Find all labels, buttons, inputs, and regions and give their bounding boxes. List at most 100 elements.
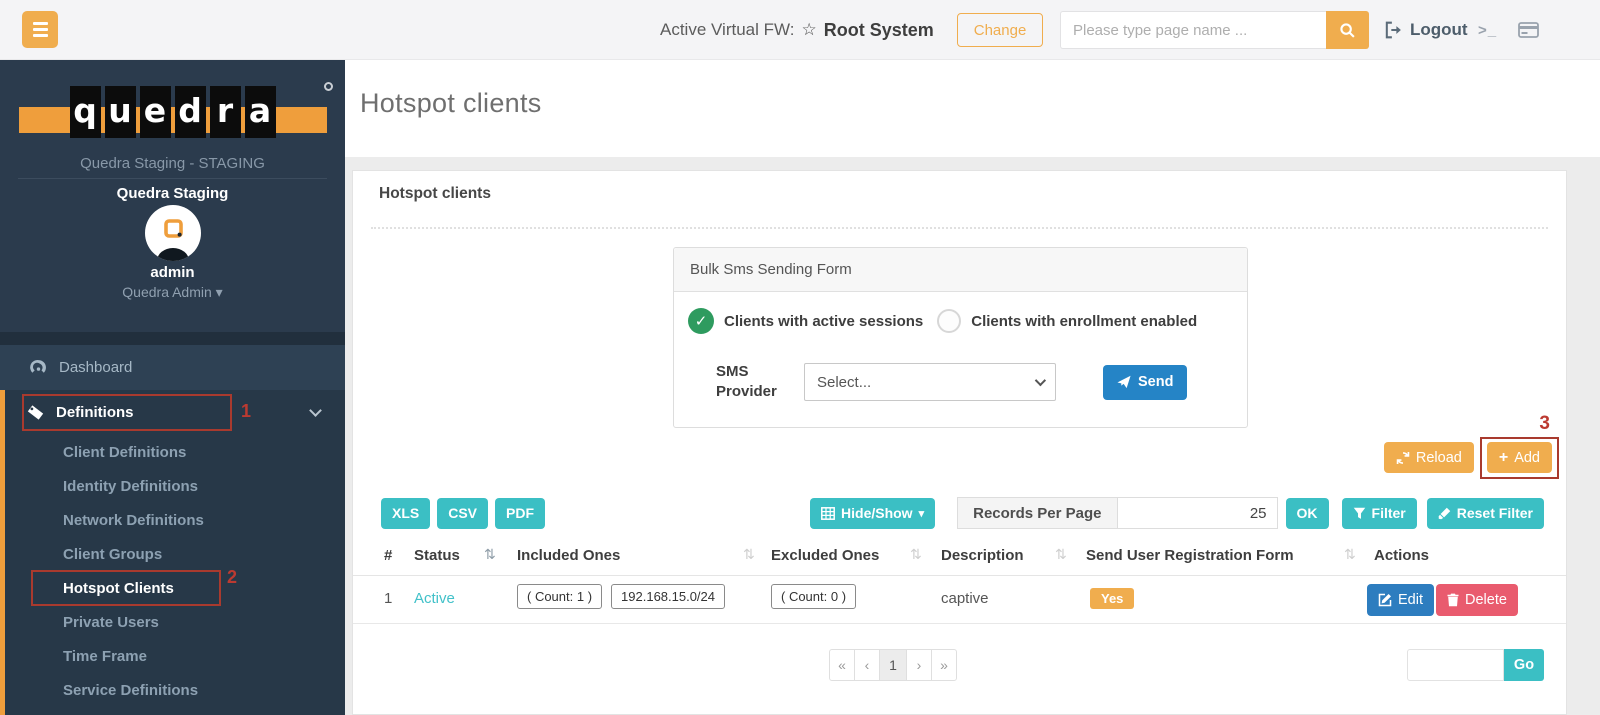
th-description[interactable]: Description [941, 547, 1024, 564]
sidebar-toggle-button[interactable] [22, 11, 58, 48]
role-dropdown[interactable]: Quedra Admin ▾ [0, 284, 345, 301]
topbar: Active Virtual FW: ☆ Root System Change … [0, 0, 1600, 60]
th-status[interactable]: Status [414, 547, 460, 564]
send-label: Send [1138, 374, 1174, 391]
brand-logo: q u e d r a [18, 82, 333, 142]
sms-provider-label: SMS Provider [716, 363, 777, 401]
sort-icon[interactable]: ⇅ [910, 547, 922, 563]
funnel-icon [1353, 507, 1366, 520]
annotation-number-3: 3 [1539, 413, 1550, 434]
chevron-down-icon [309, 404, 322, 417]
hotspot-clients-panel: Hotspot clients Bulk Sms Sending Form ✓ … [352, 170, 1567, 715]
sidebar-item-label: Dashboard [59, 359, 133, 376]
status-link[interactable]: Active [414, 590, 455, 607]
search-button[interactable] [1326, 11, 1369, 49]
tag-icon [27, 404, 44, 421]
ok-button[interactable]: OK [1285, 497, 1329, 529]
search-input[interactable] [1060, 11, 1326, 49]
plus-icon: + [1498, 448, 1509, 466]
org-name: Quedra Staging [116, 185, 229, 202]
radio-enrollment-enabled[interactable] [937, 309, 962, 333]
records-per-page-input[interactable] [1117, 497, 1278, 529]
sidebar-item-dashboard[interactable]: Dashboard [0, 345, 345, 390]
hide-show-dropdown[interactable]: Hide/Show ▾ [810, 497, 936, 529]
goto-page-input[interactable] [1407, 649, 1504, 681]
annotation-number-2: 2 [227, 567, 238, 587]
avatar [144, 205, 201, 261]
sort-icon[interactable]: ⇅ [484, 547, 496, 563]
export-csv-button[interactable]: CSV [437, 497, 489, 529]
sidebar-item-definitions[interactable]: Definitions 1 [5, 390, 345, 435]
filter-button[interactable]: Filter [1341, 497, 1417, 529]
list-action-row: Reload + Add 3 [353, 413, 1559, 479]
annotation-number-1: 1 [241, 401, 252, 421]
caret-down-icon: ▾ [215, 284, 223, 300]
radio-active-sessions[interactable]: ✓ [688, 308, 714, 334]
sms-provider-select[interactable]: Select... [804, 363, 1056, 402]
sidebar-item-time-frame[interactable]: Time Frame [5, 639, 345, 673]
go-button[interactable]: Go [1504, 649, 1544, 681]
sidebar-item-client-groups[interactable]: Client Groups [5, 537, 345, 571]
pagination-page-1[interactable]: 1 [879, 649, 907, 681]
sidebar-item-client-definitions[interactable]: Client Definitions [5, 435, 345, 469]
sms-provider-value: Select... [817, 373, 872, 391]
search-icon [1339, 22, 1356, 39]
sidebar-item-private-users[interactable]: Private Users [5, 605, 345, 639]
add-button[interactable]: + Add [1486, 442, 1552, 473]
reset-filter-label: Reset Filter [1456, 505, 1533, 521]
sort-icon[interactable]: ⇅ [1055, 547, 1067, 563]
filter-label: Filter [1371, 505, 1406, 521]
send-button[interactable]: Send [1103, 364, 1188, 400]
edit-button[interactable]: Edit [1367, 584, 1434, 616]
th-actions: Actions [1374, 547, 1430, 564]
pagination-next[interactable]: › [906, 649, 932, 681]
add-label: Add [1514, 449, 1540, 466]
reset-filter-button[interactable]: Reset Filter [1426, 497, 1544, 529]
export-buttons: XLS CSV PDF [381, 497, 546, 529]
send-form-badge: Yes [1090, 588, 1135, 609]
th-included-ones[interactable]: Included Ones [517, 547, 620, 564]
sort-icon[interactable]: ⇅ [743, 547, 755, 563]
logo-letter: e [139, 86, 171, 138]
brush-icon [1438, 507, 1451, 520]
panel-title: Hotspot clients [379, 185, 491, 202]
terminal-icon[interactable]: >_ [1478, 0, 1497, 60]
pagination-last[interactable]: » [931, 649, 957, 681]
change-fw-button[interactable]: Change [956, 13, 1044, 47]
page-search [1060, 11, 1369, 49]
sort-icon[interactable]: ⇅ [1344, 547, 1356, 563]
sidebar-item-service-definitions[interactable]: Service Definitions [5, 673, 345, 707]
included-count-chip: ( Count: 1 ) [517, 584, 603, 609]
pagination-prev[interactable]: ‹ [854, 649, 880, 681]
sidebar-item-label: Definitions [56, 404, 134, 421]
reload-label: Reload [1415, 449, 1462, 466]
logo-letter: r [209, 86, 241, 138]
hide-show-label: Hide/Show [841, 505, 913, 521]
included-network-chip: 192.168.15.0/24 [611, 584, 726, 609]
active-fw-label: Active Virtual FW: [660, 20, 795, 39]
payment-card-icon[interactable] [1518, 0, 1539, 60]
sidebar-item-hotspot-clients[interactable]: Hotspot Clients 2 [5, 567, 345, 606]
chevron-down-icon [1034, 375, 1047, 387]
th-excluded-ones[interactable]: Excluded Ones [771, 547, 879, 564]
logo-letter: u [104, 86, 136, 138]
registered-mark-icon [323, 82, 333, 91]
sidebar-item-identity-definitions[interactable]: Identity Definitions [5, 469, 345, 503]
reload-button[interactable]: Reload [1383, 442, 1474, 473]
goto-page-group: Go [1407, 649, 1544, 681]
records-per-page-group: Records Per Page [957, 497, 1278, 529]
active-fw-name: Root System [823, 19, 934, 40]
export-xls-button[interactable]: XLS [381, 497, 431, 529]
excluded-count-chip: ( Count: 0 ) [771, 584, 857, 609]
sidebar-item-network-definitions[interactable]: Network Definitions [5, 503, 345, 537]
logout-button[interactable]: Logout [1384, 0, 1468, 60]
th-send-user-registration-form[interactable]: Send User Registration Form [1086, 547, 1294, 564]
th-index[interactable]: # [384, 547, 392, 564]
hamburger-icon [32, 22, 48, 25]
page-header: Hotspot clients [345, 60, 1600, 157]
pagination-first[interactable]: « [829, 649, 855, 681]
bulk-sms-form-body: ✓ Clients with active sessions Clients w… [674, 292, 1247, 427]
delete-button[interactable]: Delete [1436, 584, 1518, 616]
export-pdf-button[interactable]: PDF [495, 497, 546, 529]
logout-label: Logout [1410, 20, 1468, 39]
